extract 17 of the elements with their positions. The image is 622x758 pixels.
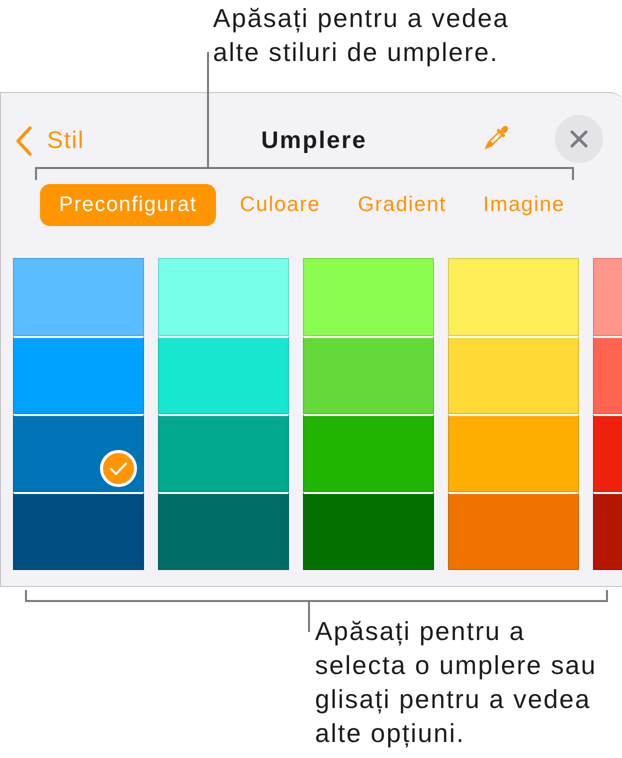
close-icon [570,130,588,148]
tab[interactable]: Culoare [228,184,332,226]
tab[interactable]: Imagine [472,184,576,226]
tab[interactable]: Gradient [344,184,460,226]
checkmark-icon [100,450,137,487]
chevron-icon [15,126,33,156]
callout-text: Apăsați pentru a vedea alte stiluri de umplere. [213,2,510,69]
panel-title: Umplere [261,127,367,154]
color-swatch[interactable] [303,258,434,336]
color-swatch[interactable] [593,258,622,336]
color-swatch[interactable] [13,258,144,336]
tab[interactable]: Preconfigurat [40,184,216,226]
close-button[interactable] [555,115,603,163]
color-swatch[interactable] [158,258,289,336]
callout-text: Apăsați pentru a selecta o umplere sau glisați pentru a vedea alte opțiuni. [315,615,597,750]
back-button[interactable]: Stil [15,123,84,159]
color-swatch[interactable] [448,258,579,336]
